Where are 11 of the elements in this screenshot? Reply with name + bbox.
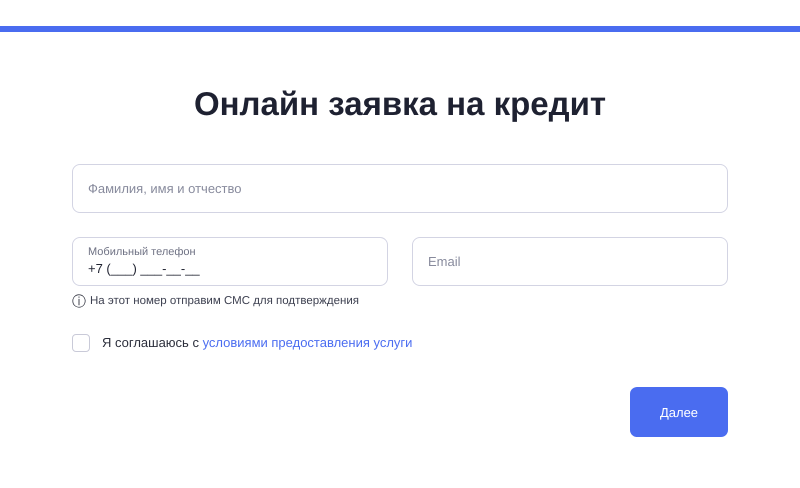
email-field[interactable]: Email	[412, 236, 728, 286]
next-button[interactable]: Далее	[630, 387, 728, 438]
terms-link[interactable]: условиями предоставления услуги	[202, 334, 412, 350]
info-icon: ⓘ	[72, 294, 86, 308]
page-title: Онлайн заявка на кредит	[192, 84, 608, 124]
name-field[interactable]: Фамилия, имя и отчество	[72, 164, 728, 213]
phone-field[interactable]: Мобильный телефон +7 (___) ___-__-__	[72, 236, 388, 286]
agreement-text: Я соглашаюсь с условиями предоставления услуги	[102, 334, 412, 352]
checkbox[interactable]	[72, 334, 90, 352]
field-label: Мобильный телефон	[88, 246, 196, 258]
hint-text: На этот номер отправим СМС для подтверждения	[90, 294, 359, 309]
